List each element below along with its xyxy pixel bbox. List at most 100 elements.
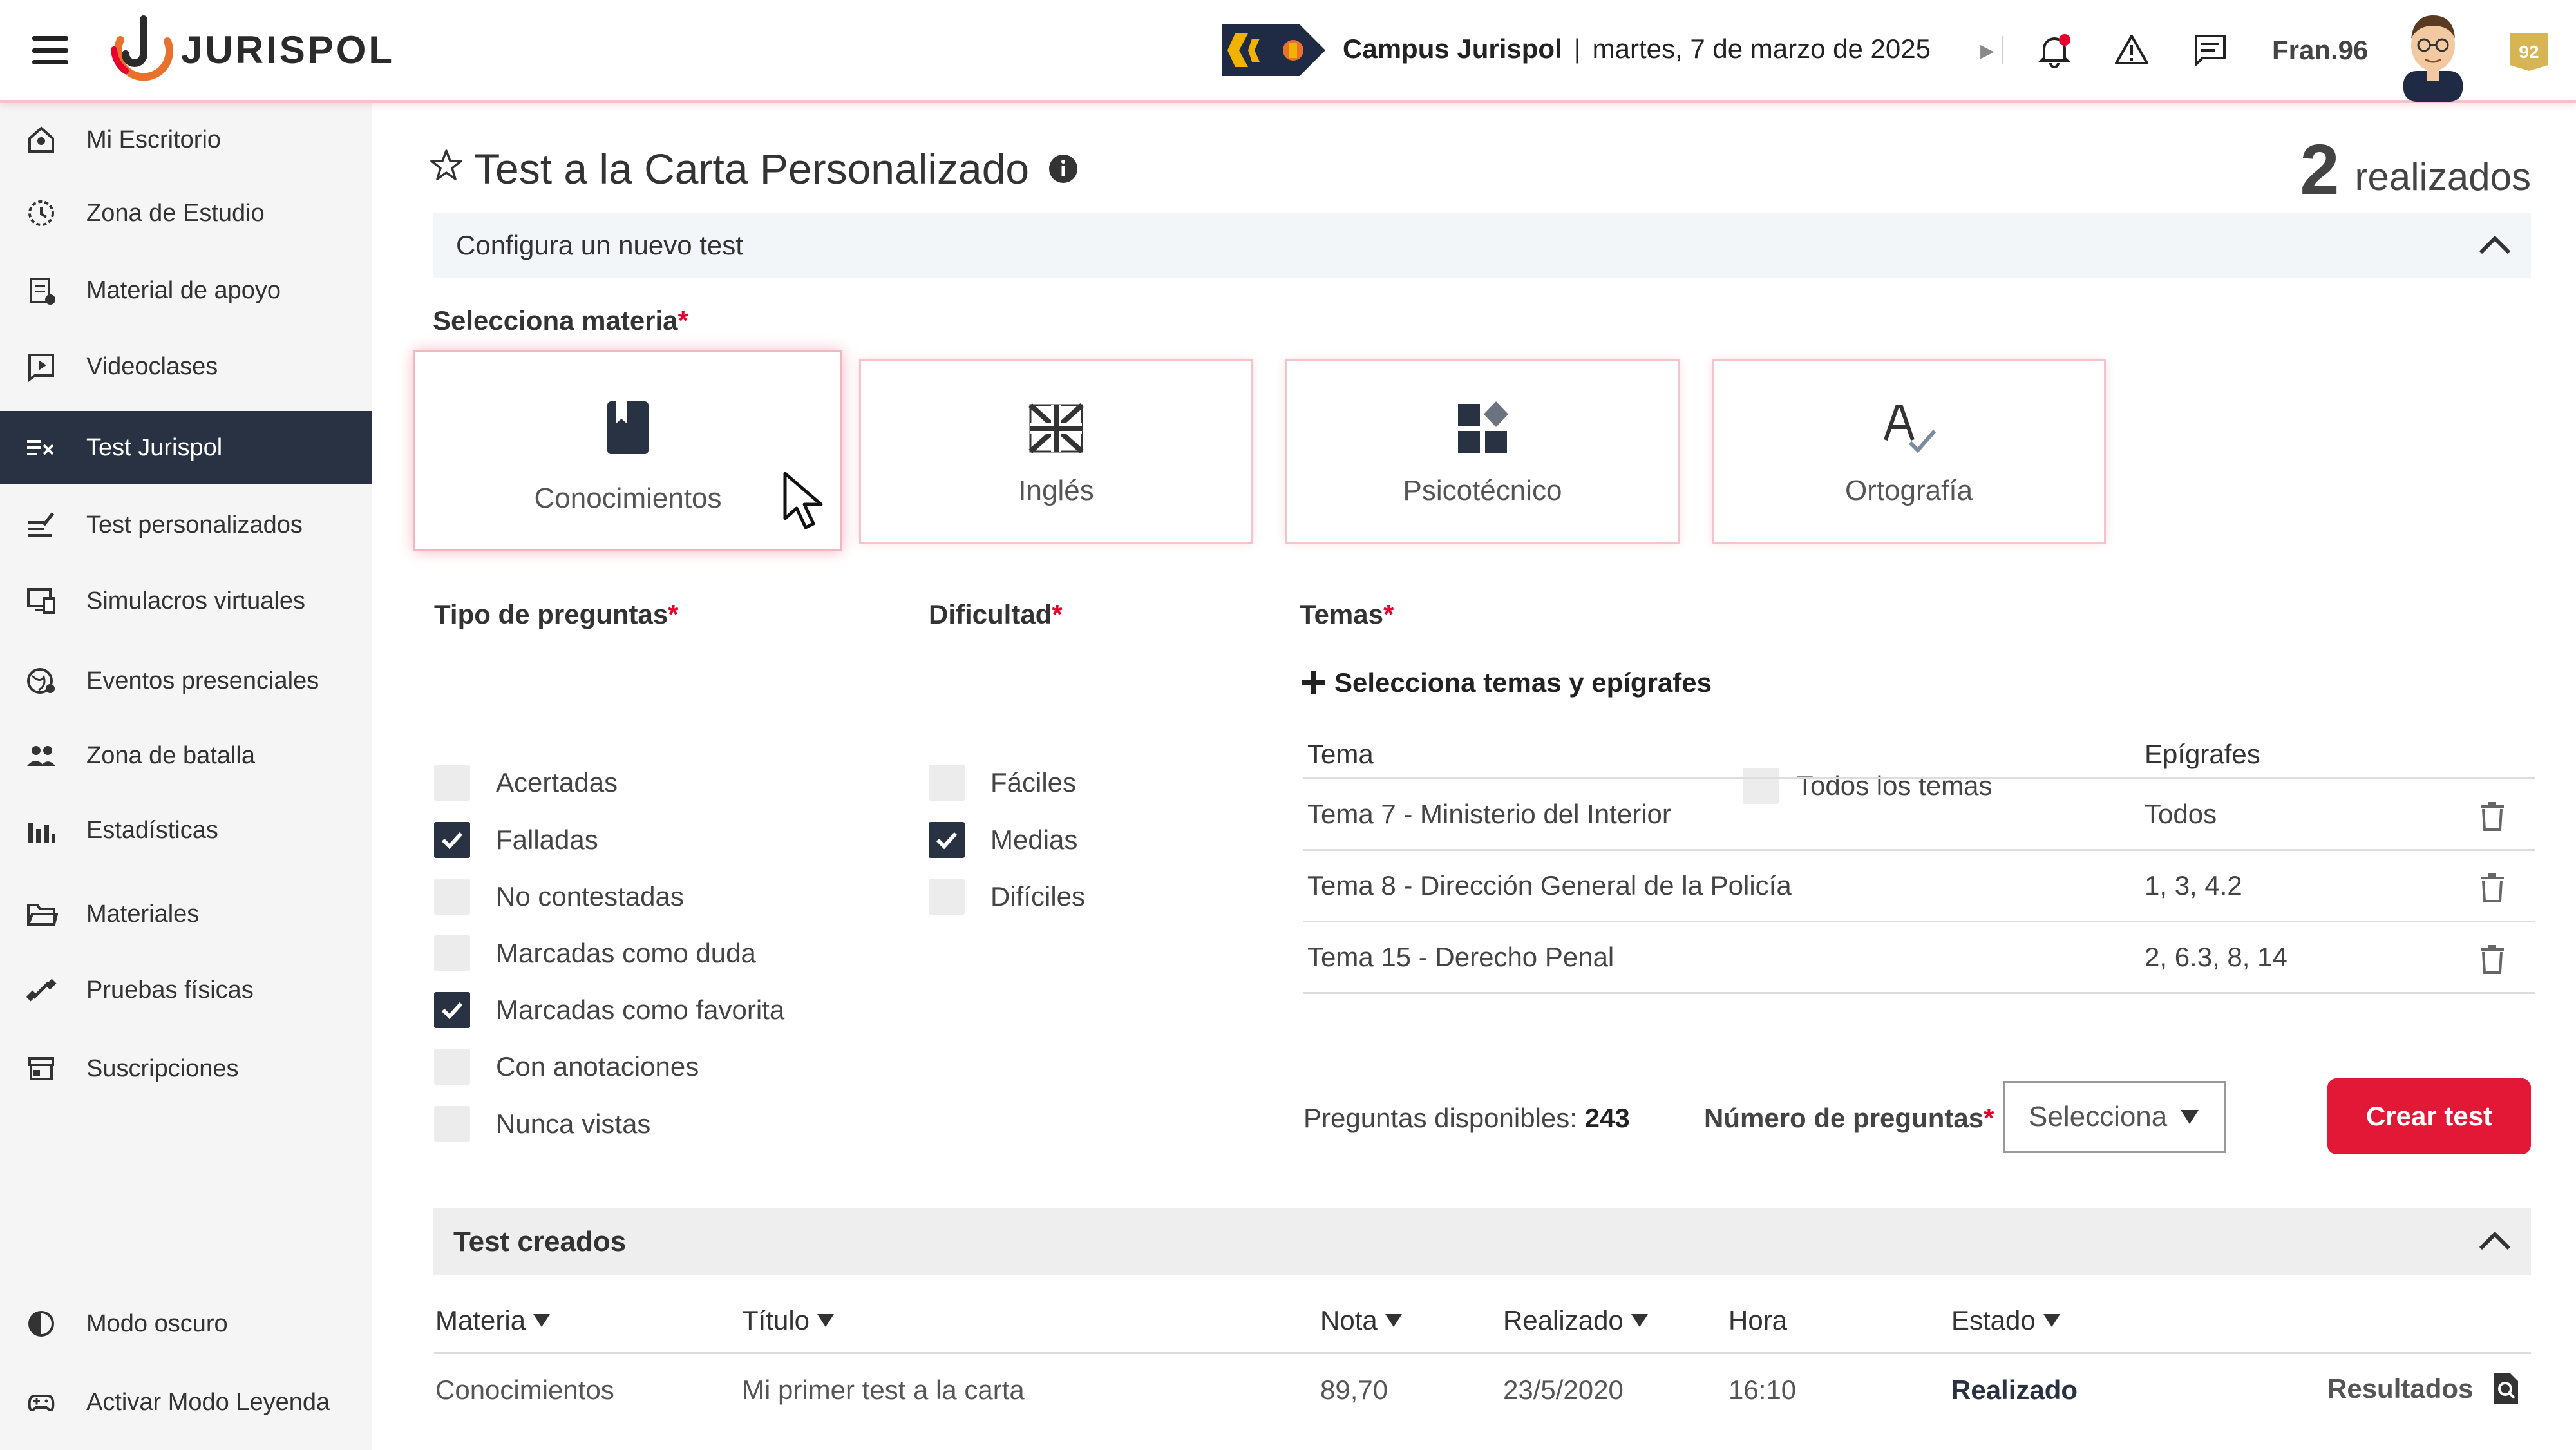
table-row: Tema 8 - Dirección General de la Policía…	[1303, 851, 2535, 922]
subject-card-conocimientos[interactable]: Conocimientos	[413, 350, 842, 551]
plus-icon	[1302, 671, 1325, 694]
brand-name: JURISPOL	[181, 28, 395, 72]
sidebar-item-zona-estudio[interactable]: Zona de Estudio	[0, 176, 372, 250]
sidebar-item-test-jurispol[interactable]: Test Jurispol	[0, 411, 372, 484]
trash-icon[interactable]	[2479, 944, 2505, 974]
favorite-star-icon[interactable]	[429, 148, 464, 186]
required-mark: *	[1052, 599, 1063, 629]
chevron-down-icon	[2181, 1110, 2199, 1124]
sidebar-item-label: Activar Modo Leyenda	[86, 1388, 330, 1416]
done-count: 2	[2300, 130, 2340, 209]
question-count-label: Número de preguntas*	[1704, 1103, 1994, 1134]
main-content: Test a la Carta Personalizado 2 realizado…	[372, 103, 2576, 1450]
folder-icon	[27, 904, 58, 926]
test-checklist-icon	[27, 440, 54, 455]
chevron-up-icon[interactable]	[2477, 1228, 2513, 1254]
trash-icon[interactable]	[2479, 873, 2505, 902]
checkbox-marcadas-favorita[interactable]: Marcadas como favorita	[434, 992, 784, 1028]
created-tests-header[interactable]: Test creados	[433, 1208, 2531, 1275]
checkbox[interactable]	[929, 765, 965, 801]
sort-down-icon	[1385, 1314, 1402, 1327]
config-panel-header[interactable]: Configura un nuevo test	[433, 213, 2531, 278]
cell-tema: Tema 15 - Derecho Penal	[1307, 942, 1615, 972]
checkbox-falladas[interactable]: Falladas	[434, 822, 598, 858]
sidebar-item-zona-batalla[interactable]: Zona de batalla	[0, 719, 372, 792]
bell-icon[interactable]	[2035, 31, 2074, 70]
question-count-text: Número de preguntas	[1704, 1103, 1984, 1133]
dark-mode-toggle[interactable]: Modo oscuro	[0, 1287, 372, 1360]
column-header-realizado[interactable]: Realizado	[1503, 1305, 1648, 1336]
sidebar-item-test-personalizados[interactable]: Test personalizados	[0, 488, 372, 562]
subject-card-ingles[interactable]: Inglés	[859, 359, 1253, 544]
column-header-estado[interactable]: Estado	[1951, 1305, 2060, 1336]
sidebar-item-material-apoyo[interactable]: Material de apoyo	[0, 254, 372, 327]
created-tests-title: Test creados	[453, 1226, 627, 1257]
checkbox-marcadas-duda[interactable]: Marcadas como duda	[434, 935, 756, 971]
jurispol-logo[interactable]: JURISPOL	[106, 14, 395, 85]
create-test-button[interactable]: Crear test	[2327, 1078, 2531, 1154]
checkbox-faciles[interactable]: Fáciles	[929, 765, 1076, 801]
info-icon[interactable]	[1048, 154, 1078, 184]
select-topics-button[interactable]: Selecciona temas y epígrafes	[1300, 667, 1712, 698]
results-link[interactable]: Resultados	[2327, 1372, 2522, 1406]
current-date: martes, 7 de marzo de 2025	[1592, 33, 1931, 64]
subject-card-psicotecnico[interactable]: Psicotécnico	[1285, 359, 1680, 544]
checkbox[interactable]	[434, 1049, 470, 1085]
checkbox-label: No contestadas	[496, 881, 684, 911]
required-mark: *	[677, 305, 688, 336]
sidebar-item-mi-escritorio[interactable]: Mi Escritorio	[0, 103, 372, 176]
checkbox[interactable]	[929, 879, 965, 915]
question-count-select[interactable]: Selecciona	[2003, 1081, 2226, 1153]
contrast-icon	[28, 1311, 54, 1337]
subject-card-ortografia[interactable]: Ortografía	[1712, 359, 2106, 544]
checkbox-checked[interactable]	[929, 822, 965, 858]
sidebar-item-eventos-presenciales[interactable]: Eventos presenciales	[0, 644, 372, 718]
warning-icon[interactable]	[2112, 31, 2151, 70]
required-mark: *	[1383, 599, 1394, 629]
subject-label-text: Selecciona materia	[433, 305, 678, 336]
cell-realizado: 23/5/2020	[1503, 1375, 1624, 1405]
sidebar-item-pruebas-fisicas[interactable]: Pruebas físicas	[0, 953, 372, 1027]
checkbox[interactable]	[434, 1106, 470, 1142]
campus-name: Campus Jurispol	[1343, 33, 1562, 64]
available-questions: Preguntas disponibles: 243	[1303, 1103, 1630, 1134]
sidebar-item-materiales[interactable]: Materiales	[0, 877, 372, 951]
sidebar-item-label: Test Jurispol	[86, 434, 223, 461]
checkbox-nunca-vistas[interactable]: Nunca vistas	[434, 1106, 650, 1142]
cell-tema: Tema 7 - Ministerio del Interior	[1307, 799, 1671, 829]
checkbox-checked[interactable]	[434, 992, 470, 1028]
trash-icon[interactable]	[2479, 801, 2505, 831]
table-row: Tema 7 - Ministerio del Interior Todos	[1303, 779, 2535, 851]
menu-icon[interactable]	[32, 36, 68, 64]
chat-icon[interactable]	[2191, 31, 2230, 70]
sidebar-item-estadisticas[interactable]: Estadísticas	[0, 794, 372, 867]
checkbox[interactable]	[434, 765, 470, 801]
checkbox-con-anotaciones[interactable]: Con anotaciones	[434, 1049, 699, 1085]
avatar[interactable]	[2394, 6, 2472, 102]
checkbox[interactable]	[434, 879, 470, 915]
checkbox-no-contestadas[interactable]: No contestadas	[434, 879, 684, 915]
chevron-up-icon[interactable]	[2477, 232, 2513, 258]
sidebar-item-label: Material de apoyo	[86, 276, 281, 304]
sidebar-item-videoclases[interactable]: Videoclases	[0, 330, 372, 403]
checkbox-label: Marcadas como duda	[496, 938, 756, 968]
checkbox[interactable]	[434, 935, 470, 971]
results-label: Resultados	[2327, 1373, 2474, 1404]
checkbox-dificiles[interactable]: Difíciles	[929, 879, 1085, 915]
subject-label: Conocimientos	[534, 482, 722, 514]
column-header-materia[interactable]: Materia	[435, 1305, 551, 1336]
check-icon	[441, 832, 463, 850]
collapse-arrow-icon[interactable]: ▶	[1980, 40, 1994, 61]
username[interactable]: Fran.96	[2272, 35, 2368, 66]
sidebar-item-simulacros-virtuales[interactable]: Simulacros virtuales	[0, 564, 372, 638]
column-header-titulo[interactable]: Título	[742, 1305, 835, 1336]
sidebar-item-suscripciones[interactable]: Suscripciones	[0, 1032, 372, 1105]
checkbox-checked[interactable]	[434, 822, 470, 858]
column-header-nota[interactable]: Nota	[1320, 1305, 1402, 1336]
checkbox-label: Nunca vistas	[496, 1109, 651, 1139]
stats-icon	[28, 823, 55, 843]
legend-mode-toggle[interactable]: Activar Modo Leyenda	[0, 1366, 372, 1439]
checkbox-medias[interactable]: Medias	[929, 822, 1077, 858]
subject-label: Psicotécnico	[1403, 475, 1562, 506]
checkbox-acertadas[interactable]: Acertadas	[434, 765, 618, 801]
